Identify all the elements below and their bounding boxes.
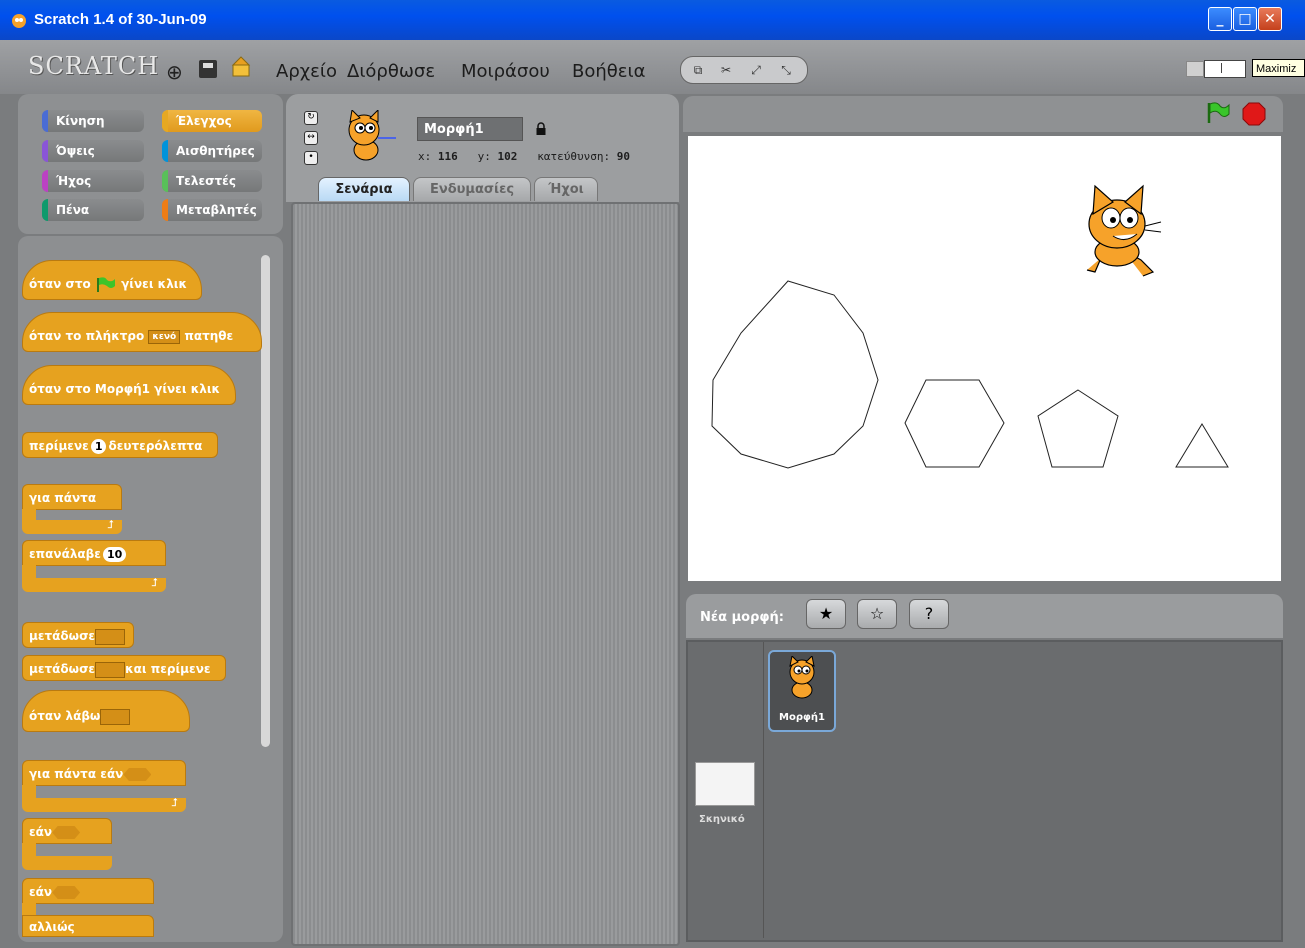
block-when-receive[interactable]: όταν λάβω xyxy=(22,690,190,732)
menu-help[interactable]: Βοήθεια xyxy=(572,61,645,82)
block-repeat[interactable]: επανάλαβε 10 xyxy=(22,540,166,566)
message-dropdown[interactable] xyxy=(100,708,131,725)
menu-edit[interactable]: Διόρθωσε xyxy=(347,61,435,82)
key-dropdown[interactable]: κενό xyxy=(148,329,181,344)
share-icon[interactable] xyxy=(230,56,252,78)
block-forever-if[interactable]: για πάντα εάν xyxy=(22,760,186,786)
block-wait[interactable]: περίμενε 1 δευτερόλεπτα xyxy=(22,432,218,458)
sprite-tile-label: Μορφή1 xyxy=(779,712,825,723)
category-motion[interactable]: Κίνηση xyxy=(42,110,144,132)
sprite-list-divider xyxy=(763,642,764,938)
category-sound[interactable]: Ήχος xyxy=(42,170,144,192)
rotate-style-icon[interactable]: ↻ xyxy=(304,111,318,125)
hexagon-drawing xyxy=(904,379,1005,468)
new-sprite-label: Νέα μορφή: xyxy=(700,610,784,625)
tab-scripts[interactable]: Σενάρια xyxy=(318,177,410,201)
window-title: Scratch 1.4 of 30-Jun-09 xyxy=(34,11,207,28)
block-forever[interactable]: για πάντα xyxy=(22,484,122,510)
sprite-tile[interactable]: Μορφή1 xyxy=(768,650,836,732)
window-title-bar[interactable]: Scratch 1.4 of 30-Jun-09 _ □ ✕ xyxy=(0,0,1305,40)
menu-file[interactable]: Αρχείο xyxy=(276,61,337,82)
block-when-flag-clicked[interactable]: όταν στο γίνει κλικ xyxy=(22,260,202,300)
condition-slot[interactable] xyxy=(52,886,81,899)
c-block-foot: ⮥ xyxy=(22,796,186,812)
small-stage-icon[interactable] xyxy=(1186,61,1204,77)
block-broadcast-wait[interactable]: μετάδωσε και περίμενε xyxy=(22,655,226,681)
delete-icon[interactable]: ✂ xyxy=(715,60,737,80)
category-sensing[interactable]: Αισθητήρες xyxy=(162,140,262,162)
no-rotate-icon[interactable]: • xyxy=(304,151,318,165)
sprite-thumbnail xyxy=(348,110,396,161)
duplicate-icon[interactable]: ⧉ xyxy=(687,60,709,80)
sprite-name-field[interactable]: Μορφή1 xyxy=(417,117,523,141)
save-icon[interactable] xyxy=(199,60,217,78)
stage-thumbnail[interactable] xyxy=(695,762,755,806)
block-when-sprite-clicked[interactable]: όταν στο Μορφή1 γίνει κλικ xyxy=(22,365,236,405)
c-block-arm xyxy=(22,843,36,857)
c-block-foot xyxy=(22,856,112,870)
scratch-cat-app-icon xyxy=(12,14,26,28)
block-when-key-pressed[interactable]: όταν το πλήκτρο κενό πατηθε xyxy=(22,312,262,352)
scratch-logo: SCRATCH xyxy=(28,52,160,80)
category-looks[interactable]: Όψεις xyxy=(42,140,144,162)
import-sprite-icon[interactable]: ☆ xyxy=(857,599,897,629)
stage[interactable] xyxy=(688,136,1281,581)
block-if-else[interactable]: εάν xyxy=(22,878,154,904)
block-broadcast[interactable]: μετάδωσε xyxy=(22,622,134,648)
tooltip: Maximiz xyxy=(1252,59,1305,77)
pentagon-drawing xyxy=(1037,389,1119,468)
sprite-coordinates: x: 116 y: 102 κατεύθυνση: 90 xyxy=(418,150,630,163)
stage-label: Σκηνικό xyxy=(699,814,745,825)
category-pen[interactable]: Πένα xyxy=(42,199,144,221)
block-if[interactable]: εάν xyxy=(22,818,112,844)
green-flag-icon xyxy=(96,276,115,292)
cat-sprite xyxy=(1086,184,1162,277)
presentation-mode-icon[interactable] xyxy=(1204,60,1246,78)
triangle-drawing xyxy=(1175,423,1229,468)
green-flag-button[interactable] xyxy=(1206,101,1232,125)
palette-scrollbar[interactable] xyxy=(261,255,270,747)
paint-sprite-icon[interactable]: ★ xyxy=(806,599,846,629)
category-variables[interactable]: Μεταβλητές xyxy=(162,199,262,221)
sprite-tools: ⧉ ✂ ⤢ ⤡ xyxy=(680,56,808,84)
globe-icon[interactable]: ⊕ xyxy=(166,60,183,84)
menu-bar xyxy=(0,40,1305,94)
shrink-icon[interactable]: ⤡ xyxy=(775,60,797,80)
message-dropdown[interactable] xyxy=(95,661,126,678)
c-block-foot: ⮥ xyxy=(22,576,166,592)
tab-sounds[interactable]: Ήχοι xyxy=(534,177,598,201)
minimize-button[interactable]: _ xyxy=(1208,7,1232,31)
stage-canvas xyxy=(711,184,1229,469)
random-sprite-icon[interactable]: ? xyxy=(909,599,949,629)
stage-header xyxy=(683,96,1283,132)
lock-icon[interactable] xyxy=(536,121,546,135)
flip-style-icon[interactable]: ↔ xyxy=(304,131,318,145)
sprite-thumbnail-cat xyxy=(789,656,815,699)
message-dropdown[interactable] xyxy=(95,628,126,645)
c-block-arm xyxy=(22,565,36,579)
category-operators[interactable]: Τελεστές xyxy=(162,170,262,192)
close-button[interactable]: ✕ xyxy=(1258,7,1282,31)
stop-button[interactable] xyxy=(1242,102,1266,126)
menu-share[interactable]: Μοιράσου xyxy=(461,61,550,82)
decagon-drawing xyxy=(711,280,879,469)
condition-slot[interactable] xyxy=(123,768,152,781)
condition-slot[interactable] xyxy=(52,826,81,839)
maximize-button[interactable]: □ xyxy=(1233,7,1257,31)
c-block-foot: ⮥ xyxy=(22,518,122,534)
block-else-label: αλλιώς xyxy=(22,915,154,937)
c-block-arm xyxy=(22,785,36,799)
tab-costumes[interactable]: Ενδυμασίες xyxy=(413,177,531,201)
category-control[interactable]: Έλεγχος xyxy=(162,110,262,132)
scripts-area[interactable] xyxy=(291,202,680,946)
grow-icon[interactable]: ⤢ xyxy=(745,60,767,80)
